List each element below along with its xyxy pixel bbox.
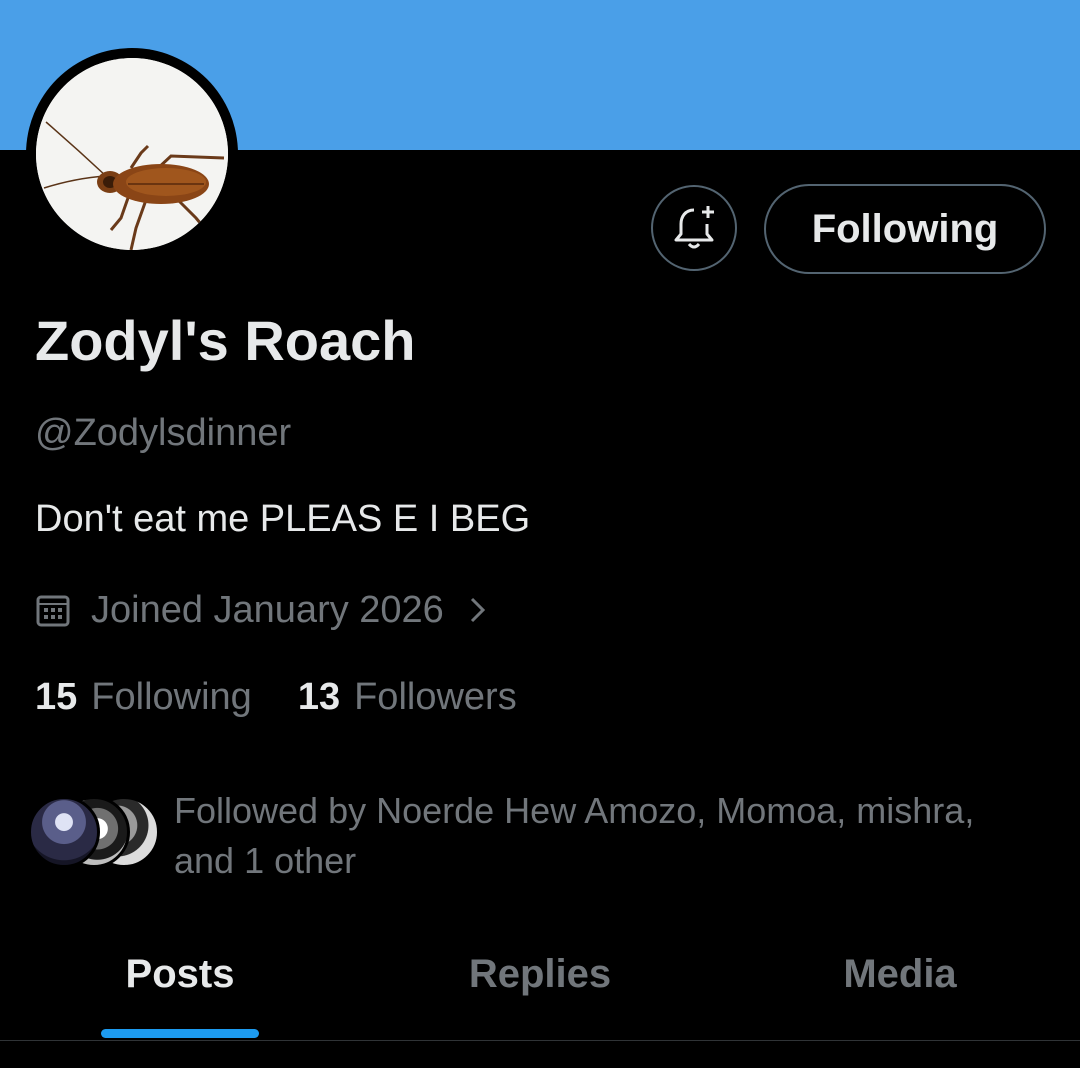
tab-media[interactable]: Media — [820, 952, 980, 997]
followers-label: Followers — [354, 676, 517, 718]
chevron-right-icon — [470, 597, 485, 623]
cockroach-image — [36, 58, 228, 250]
followers-stat[interactable]: 13 Followers — [298, 676, 517, 719]
joined-text: Joined January 2026 — [91, 588, 444, 631]
followed-by-avatars[interactable] — [28, 796, 168, 868]
avatar — [28, 796, 100, 868]
profile-handle: @Zodylsdinner — [35, 412, 292, 454]
active-tab-indicator — [101, 1029, 259, 1038]
tab-replies[interactable]: Replies — [455, 952, 625, 997]
bell-plus-icon — [674, 206, 714, 249]
follow-stats: 15 Following 13 Followers — [35, 676, 563, 719]
profile-avatar-ring — [26, 48, 238, 260]
following-count: 15 — [35, 676, 78, 718]
profile-bio: Don't eat me PLEAS E I BEG — [35, 498, 531, 540]
following-button[interactable]: Following — [764, 184, 1046, 274]
tab-posts[interactable]: Posts — [100, 952, 260, 997]
following-stat[interactable]: 15 Following — [35, 676, 252, 719]
notifications-button[interactable] — [651, 185, 737, 271]
profile-tabs: Posts Replies Media — [0, 940, 1080, 1040]
following-label: Following — [91, 676, 252, 718]
avatar[interactable] — [36, 58, 228, 250]
followed-by-text[interactable]: Followed by Noerde Hew Amozo, Momoa, mis… — [174, 786, 1034, 886]
profile-display-name: Zodyl's Roach — [35, 309, 416, 372]
joined-date-row[interactable]: Joined January 2026 — [35, 586, 488, 634]
calendar-icon — [36, 595, 70, 627]
tabs-divider — [0, 1040, 1080, 1041]
followers-count: 13 — [297, 676, 341, 718]
